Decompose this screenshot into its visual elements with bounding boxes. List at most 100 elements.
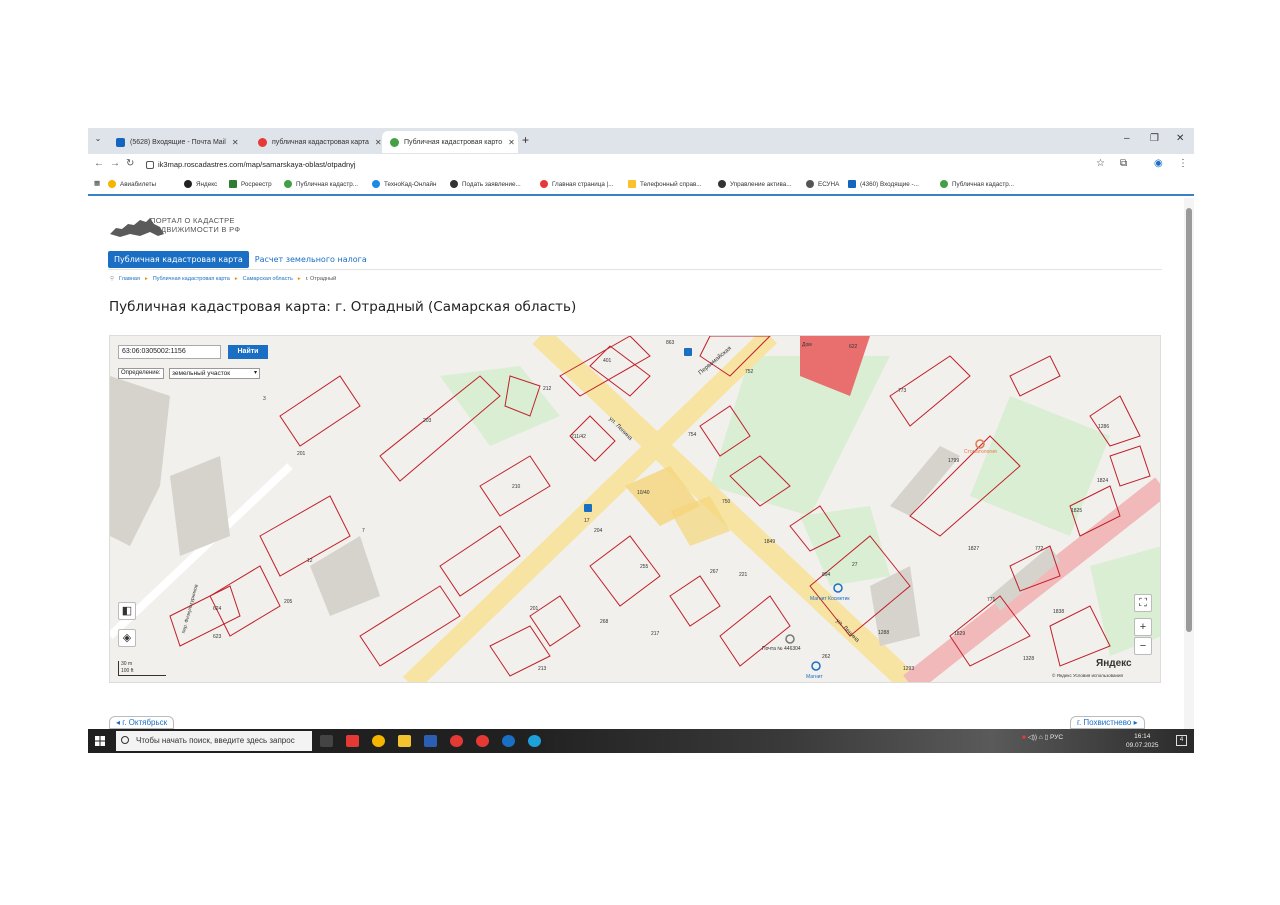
cadastral-map[interactable]: ул. Ленина ул. Ленина Первомайская пер. …: [109, 335, 1161, 683]
tab-search[interactable]: публичная кадастровая карта ✕: [250, 131, 382, 153]
app-icon[interactable]: [346, 735, 359, 747]
parcel-number-label[interactable]: 205: [284, 599, 292, 605]
parcel-number-label[interactable]: 212: [543, 386, 551, 392]
scroll-thumb[interactable]: [1186, 208, 1192, 632]
parcel-number-label[interactable]: 773: [898, 388, 906, 394]
windows-start-icon[interactable]: [95, 736, 105, 746]
language-indicator[interactable]: РУС: [1050, 734, 1063, 741]
chrome-icon[interactable]: [372, 735, 385, 747]
bookmark-item[interactable]: Подать заявление...: [450, 180, 521, 188]
bookmark-item[interactable]: Публичная кадастр...: [284, 180, 358, 188]
edge-icon[interactable]: [528, 735, 541, 747]
clock[interactable]: 16:14 09.07.2025: [1126, 732, 1159, 750]
parcel-number-label[interactable]: 268: [600, 619, 608, 625]
parcel-number-label[interactable]: 12: [307, 558, 313, 564]
parcel-number-label[interactable]: 1293: [903, 666, 914, 672]
page-scrollbar[interactable]: [1184, 198, 1194, 729]
yandex-browser-icon[interactable]: [450, 735, 463, 747]
parcel-number-label[interactable]: 754: [688, 432, 696, 438]
parcel-number-label[interactable]: 1838: [1053, 609, 1064, 615]
parcel-number-label[interactable]: 10/40: [637, 490, 650, 496]
poi-label[interactable]: Почта № 446304: [762, 646, 801, 652]
url-field[interactable]: ik3map.roscadastres.com/map/samarskaya-o…: [158, 157, 356, 173]
bookmark-item[interactable]: Главная страница |...: [540, 180, 614, 188]
tab-mail[interactable]: (5628) Входящие - Почта Mail ✕: [108, 131, 253, 153]
expand-icon[interactable]: ⛶: [1134, 594, 1152, 612]
back-icon[interactable]: ←: [94, 158, 104, 169]
bookmark-star-icon[interactable]: ☆: [1096, 158, 1105, 169]
parcel-number-label[interactable]: 1328: [1023, 656, 1034, 662]
bookmark-item[interactable]: Яндекс: [184, 180, 217, 188]
tab-cadastre[interactable]: Публичная кадастровая карто ✕: [382, 131, 518, 153]
notifications-icon[interactable]: 4: [1176, 735, 1187, 746]
cadastral-search-input[interactable]: 63:06:0305002:1156: [118, 345, 221, 359]
parcel-number-label[interactable]: 771: [987, 597, 995, 603]
parcel-number-label[interactable]: 262: [822, 654, 830, 660]
bookmark-item[interactable]: Управление актива...: [718, 180, 792, 188]
breadcrumb-item[interactable]: Главная: [119, 276, 140, 282]
parcel-number-label[interactable]: 1827: [968, 546, 979, 552]
maximize-icon[interactable]: ❐: [1150, 133, 1159, 144]
parcel-number-label[interactable]: 3: [263, 396, 266, 402]
parcel-number-label[interactable]: 401: [603, 358, 611, 364]
parcel-number-label[interactable]: 750: [722, 499, 730, 505]
parcel-number-label[interactable]: 213: [538, 666, 546, 672]
bookmark-item[interactable]: Росреестр: [229, 180, 272, 188]
parcel-number-label[interactable]: 201: [297, 451, 305, 457]
poi-label[interactable]: Стоматология: [964, 449, 997, 455]
close-window-icon[interactable]: ✕: [1176, 133, 1184, 144]
parcel-number-label[interactable]: 623: [213, 634, 221, 640]
site-logo-text[interactable]: ПОРТАЛ О КАДАСТРЕ НЕДВИЖИМОСТИ В РФ: [150, 216, 240, 234]
parcel-number-label[interactable]: 17: [584, 518, 590, 524]
tab-land-tax[interactable]: Расчет земельного налога: [249, 251, 373, 268]
parcel-number-label[interactable]: 210: [512, 484, 520, 490]
parcel-number-label[interactable]: 267: [710, 569, 718, 575]
task-view-icon[interactable]: [320, 735, 333, 747]
forward-icon[interactable]: →: [110, 158, 120, 169]
parcel-number-label[interactable]: 1288: [878, 630, 889, 636]
breadcrumb-item[interactable]: Публичная кадастровая карта: [153, 276, 230, 282]
parcel-number-label[interactable]: 27: [852, 562, 858, 568]
reload-icon[interactable]: ↻: [126, 158, 134, 169]
poi-label[interactable]: Магнит Косметик: [810, 596, 850, 602]
parcel-number-label[interactable]: 211/42: [571, 434, 586, 440]
taskbar-search[interactable]: Чтобы начать поиск, введите здесь запрос: [116, 731, 312, 751]
menu-icon[interactable]: ⋮: [1178, 158, 1188, 169]
parcel-number-label[interactable]: 217: [651, 631, 659, 637]
parcel-number-label[interactable]: 1829: [954, 631, 965, 637]
profile-icon[interactable]: ◉: [1154, 158, 1163, 169]
parcel-number-label[interactable]: 863: [666, 340, 674, 346]
minimize-icon[interactable]: –: [1124, 133, 1130, 144]
parcel-number-label[interactable]: 772: [1035, 546, 1043, 552]
bookmark-item[interactable]: Телефонный справ...: [628, 180, 702, 188]
layers-icon[interactable]: ◈: [118, 629, 136, 647]
yandex-icon[interactable]: [476, 735, 489, 747]
next-city-link[interactable]: г. Похвистнево ▸: [1070, 716, 1145, 729]
bookmark-item[interactable]: Публичная кадастр...: [940, 180, 1014, 188]
bookmark-item[interactable]: (4360) Входящие -...: [848, 180, 919, 188]
close-icon[interactable]: ✕: [232, 138, 239, 147]
fullscreen-panel-icon[interactable]: ◧: [118, 602, 136, 620]
definition-select[interactable]: земельный участок ▾: [169, 368, 260, 379]
poi-label[interactable]: Дом: [802, 342, 812, 348]
parcel-number-label[interactable]: 255: [640, 564, 648, 570]
system-tray[interactable]: ■ ◁)) ⌂ ▯ РУС: [1022, 733, 1063, 741]
bookmark-item[interactable]: Авиабилеты: [108, 180, 156, 188]
search-button[interactable]: Найти: [228, 345, 268, 359]
parcel-number-label[interactable]: 1825: [1071, 508, 1082, 514]
parcel-number-label[interactable]: 221: [739, 572, 747, 578]
tab-list-button[interactable]: ⌄: [92, 134, 104, 146]
parcel-number-label[interactable]: 201: [530, 606, 538, 612]
zoom-out-icon[interactable]: −: [1134, 637, 1152, 655]
breadcrumb-item[interactable]: Самарская область: [243, 276, 293, 282]
explorer-icon[interactable]: [398, 735, 411, 747]
extensions-icon[interactable]: ⧉: [1120, 158, 1127, 169]
bookmark-item[interactable]: ТехноКад-Онлайн: [372, 180, 436, 188]
close-icon[interactable]: ✕: [508, 138, 515, 147]
new-tab-button[interactable]: +: [522, 133, 529, 147]
prev-city-link[interactable]: ◂ г. Октябрьск: [109, 716, 175, 729]
close-icon[interactable]: ✕: [375, 138, 382, 147]
parcel-number-label[interactable]: 1824: [1097, 478, 1108, 484]
apps-icon[interactable]: ▦: [94, 180, 100, 187]
bookmark-item[interactable]: ЕСУНА: [806, 180, 839, 188]
